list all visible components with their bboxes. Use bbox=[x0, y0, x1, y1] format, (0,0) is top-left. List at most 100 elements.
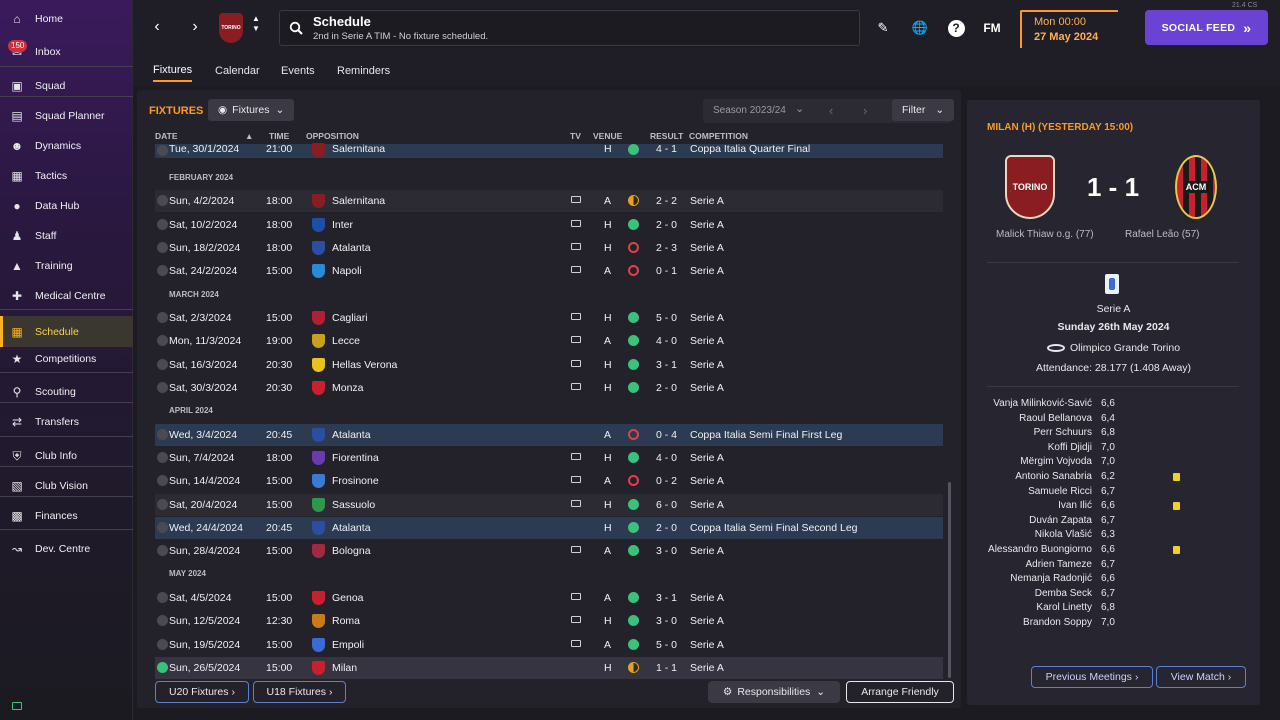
fixture-competition[interactable]: Coppa Italia Semi Final First Leg bbox=[690, 429, 842, 441]
help-icon[interactable]: ? bbox=[946, 18, 966, 38]
fixture-result[interactable]: 2 - 0 bbox=[656, 522, 677, 534]
fixture-result[interactable]: 1 - 1 bbox=[656, 662, 677, 674]
fixture-result[interactable]: 3 - 0 bbox=[656, 545, 677, 557]
fixture-opposition[interactable]: Sassuolo bbox=[332, 499, 375, 511]
table-row[interactable]: Sat, 16/3/2024 20:30 Hellas Verona H 3 - 1 Se… bbox=[155, 354, 943, 376]
fixture-result[interactable]: 5 - 0 bbox=[656, 639, 677, 651]
fixture-opposition[interactable]: Salernitana bbox=[332, 195, 385, 207]
fixture-competition[interactable]: Serie A bbox=[690, 545, 724, 557]
sidebar-item-training[interactable]: ▲ Training bbox=[0, 253, 133, 279]
player-name[interactable]: Mërgim Vojvoda bbox=[1020, 456, 1092, 467]
tab-fixtures[interactable]: Fixtures bbox=[153, 60, 193, 82]
fixture-competition[interactable]: Serie A bbox=[690, 475, 724, 487]
player-name[interactable]: Brandon Soppy bbox=[1023, 617, 1092, 628]
sidebar-item-inbox[interactable]: ✉ 150 Inbox bbox=[0, 39, 133, 65]
fixture-competition[interactable]: Serie A bbox=[690, 592, 724, 604]
tab-calendar[interactable]: Calendar bbox=[215, 60, 260, 82]
player-name[interactable]: Samuele Ricci bbox=[1028, 486, 1092, 497]
fixture-opposition[interactable]: Atalanta bbox=[332, 429, 371, 441]
fixture-opposition[interactable]: Roma bbox=[332, 615, 360, 627]
fixture-opposition[interactable]: Salernitana bbox=[332, 143, 385, 155]
fixture-result[interactable]: 2 - 0 bbox=[656, 219, 677, 231]
filter-button[interactable]: Filter ⌄ bbox=[892, 99, 955, 121]
torino-crest[interactable]: TORINO bbox=[1005, 155, 1055, 219]
fixture-competition[interactable]: Serie A bbox=[690, 382, 724, 394]
player-name[interactable]: Adrien Tameze bbox=[1025, 559, 1092, 570]
u20-fixtures-button[interactable]: U20 Fixtures › bbox=[155, 681, 249, 703]
fixture-result[interactable]: 0 - 4 bbox=[656, 429, 677, 441]
fm-menu-button[interactable]: FM bbox=[982, 18, 1002, 38]
col-competition[interactable]: COMPETITION bbox=[689, 131, 748, 141]
fixture-opposition[interactable]: Frosinone bbox=[332, 475, 379, 487]
table-row[interactable]: Sat, 30/3/2024 20:30 Monza H 2 - 0 Serie A bbox=[155, 377, 943, 399]
fixture-result[interactable]: 6 - 0 bbox=[656, 499, 677, 511]
player-name[interactable]: Demba Seck bbox=[1035, 588, 1092, 599]
fixture-result[interactable]: 3 - 1 bbox=[656, 592, 677, 604]
col-venue[interactable]: VENUE bbox=[593, 131, 622, 141]
sidebar-item-competitions[interactable]: ★ Competitions bbox=[0, 346, 133, 372]
fixture-result[interactable]: 4 - 1 bbox=[656, 143, 677, 155]
fixture-competition[interactable]: Serie A bbox=[690, 242, 724, 254]
club-crest[interactable]: TORINO bbox=[219, 13, 243, 43]
fixture-competition[interactable]: Serie A bbox=[690, 615, 724, 627]
sidebar-item-staff[interactable]: ♟ Staff bbox=[0, 223, 133, 249]
sidebar-item-medical-centre[interactable]: ✚ Medical Centre bbox=[0, 283, 133, 309]
tab-reminders[interactable]: Reminders bbox=[337, 60, 390, 82]
fixture-opposition[interactable]: Empoli bbox=[332, 639, 364, 651]
sidebar-item-home[interactable]: ⌂ Home bbox=[0, 6, 133, 32]
status-indicator-icon[interactable] bbox=[12, 702, 22, 710]
fixture-opposition[interactable]: Bologna bbox=[332, 545, 371, 557]
tab-events[interactable]: Events bbox=[281, 60, 315, 82]
fixture-competition[interactable]: Serie A bbox=[690, 219, 724, 231]
table-row[interactable]: Mon, 11/3/2024 19:00 Lecce A 4 - 0 Serie A bbox=[155, 330, 943, 352]
col-date[interactable]: DATE bbox=[155, 131, 178, 141]
sidebar-item-squad[interactable]: ▣ Squad bbox=[0, 73, 133, 99]
sidebar-item-dynamics[interactable]: ☻ Dynamics bbox=[0, 133, 133, 159]
fixture-competition[interactable]: Serie A bbox=[690, 452, 724, 464]
fixture-opposition[interactable]: Genoa bbox=[332, 592, 364, 604]
table-row[interactable]: Sun, 7/4/2024 18:00 Fiorentina H 4 - 0 Serie … bbox=[155, 447, 943, 469]
player-name[interactable]: Raoul Bellanova bbox=[1019, 413, 1092, 424]
col-time[interactable]: TIME bbox=[269, 131, 289, 141]
fixture-opposition[interactable]: Cagliari bbox=[332, 312, 368, 324]
fixture-competition[interactable]: Serie A bbox=[690, 195, 724, 207]
table-row[interactable]: Sat, 24/2/2024 15:00 Napoli A 0 - 1 Serie A bbox=[155, 260, 943, 282]
fixture-opposition[interactable]: Milan bbox=[332, 662, 357, 674]
fixture-competition[interactable]: Serie A bbox=[690, 359, 724, 371]
player-name[interactable]: Vanja Milinković-Savić bbox=[993, 398, 1092, 409]
table-row[interactable]: Sun, 19/5/2024 15:00 Empoli A 5 - 0 Serie A bbox=[155, 634, 943, 656]
fixture-competition[interactable]: Serie A bbox=[690, 662, 724, 674]
table-row[interactable]: Sun, 12/5/2024 12:30 Roma H 3 - 0 Serie A bbox=[155, 610, 943, 632]
fixture-competition[interactable]: Serie A bbox=[690, 499, 724, 511]
player-name[interactable]: Antonio Sanabria bbox=[1015, 471, 1092, 482]
fixture-opposition[interactable]: Hellas Verona bbox=[332, 359, 397, 371]
table-row[interactable]: Sun, 26/5/2024 15:00 Milan H 1 - 1 Serie A bbox=[155, 657, 943, 679]
view-match-button[interactable]: View Match › bbox=[1156, 666, 1246, 688]
club-switch-icon[interactable]: ▲ ▼ bbox=[252, 14, 260, 34]
world-icon[interactable]: 🌐 bbox=[910, 18, 930, 38]
fixtures-scrollbar[interactable] bbox=[948, 482, 951, 678]
fixture-result[interactable]: 4 - 0 bbox=[656, 335, 677, 347]
player-name[interactable]: Nemanja Radonjić bbox=[1010, 573, 1092, 584]
fixture-opposition[interactable]: Atalanta bbox=[332, 242, 371, 254]
col-tv[interactable]: TV bbox=[570, 131, 581, 141]
fixtures-view-dropdown[interactable]: ◉ Fixtures ⌄ bbox=[208, 99, 295, 121]
fixture-result[interactable]: 2 - 2 bbox=[656, 195, 677, 207]
forward-arrow-icon[interactable]: › bbox=[184, 16, 206, 38]
col-result[interactable]: RESULT bbox=[650, 131, 683, 141]
arrange-friendly-button[interactable]: Arrange Friendly bbox=[846, 681, 954, 703]
table-row[interactable]: Sun, 4/2/2024 18:00 Salernitana A 2 - 2 Serie… bbox=[155, 190, 943, 212]
sidebar-item-squad-planner[interactable]: ▤ Squad Planner bbox=[0, 103, 133, 129]
edit-pencil-icon[interactable]: ✎ bbox=[873, 18, 893, 38]
player-name[interactable]: Alessandro Buongiorno bbox=[988, 544, 1092, 555]
table-row[interactable]: Sun, 14/4/2024 15:00 Frosinone A 0 - 2 Serie … bbox=[155, 470, 943, 492]
fixture-opposition[interactable]: Fiorentina bbox=[332, 452, 379, 464]
fixture-competition[interactable]: Serie A bbox=[690, 312, 724, 324]
match-stadium[interactable]: Olimpico Grande Torino bbox=[967, 342, 1260, 354]
sidebar-item-club-vision[interactable]: ▧ Club Vision bbox=[0, 473, 133, 499]
milan-crest[interactable]: ACM bbox=[1175, 155, 1217, 219]
player-name[interactable]: Koffi Djidji bbox=[1048, 442, 1092, 453]
player-name[interactable]: Karol Linetty bbox=[1036, 602, 1092, 613]
fixture-result[interactable]: 2 - 0 bbox=[656, 382, 677, 394]
player-name[interactable]: Duván Zapata bbox=[1029, 515, 1092, 526]
